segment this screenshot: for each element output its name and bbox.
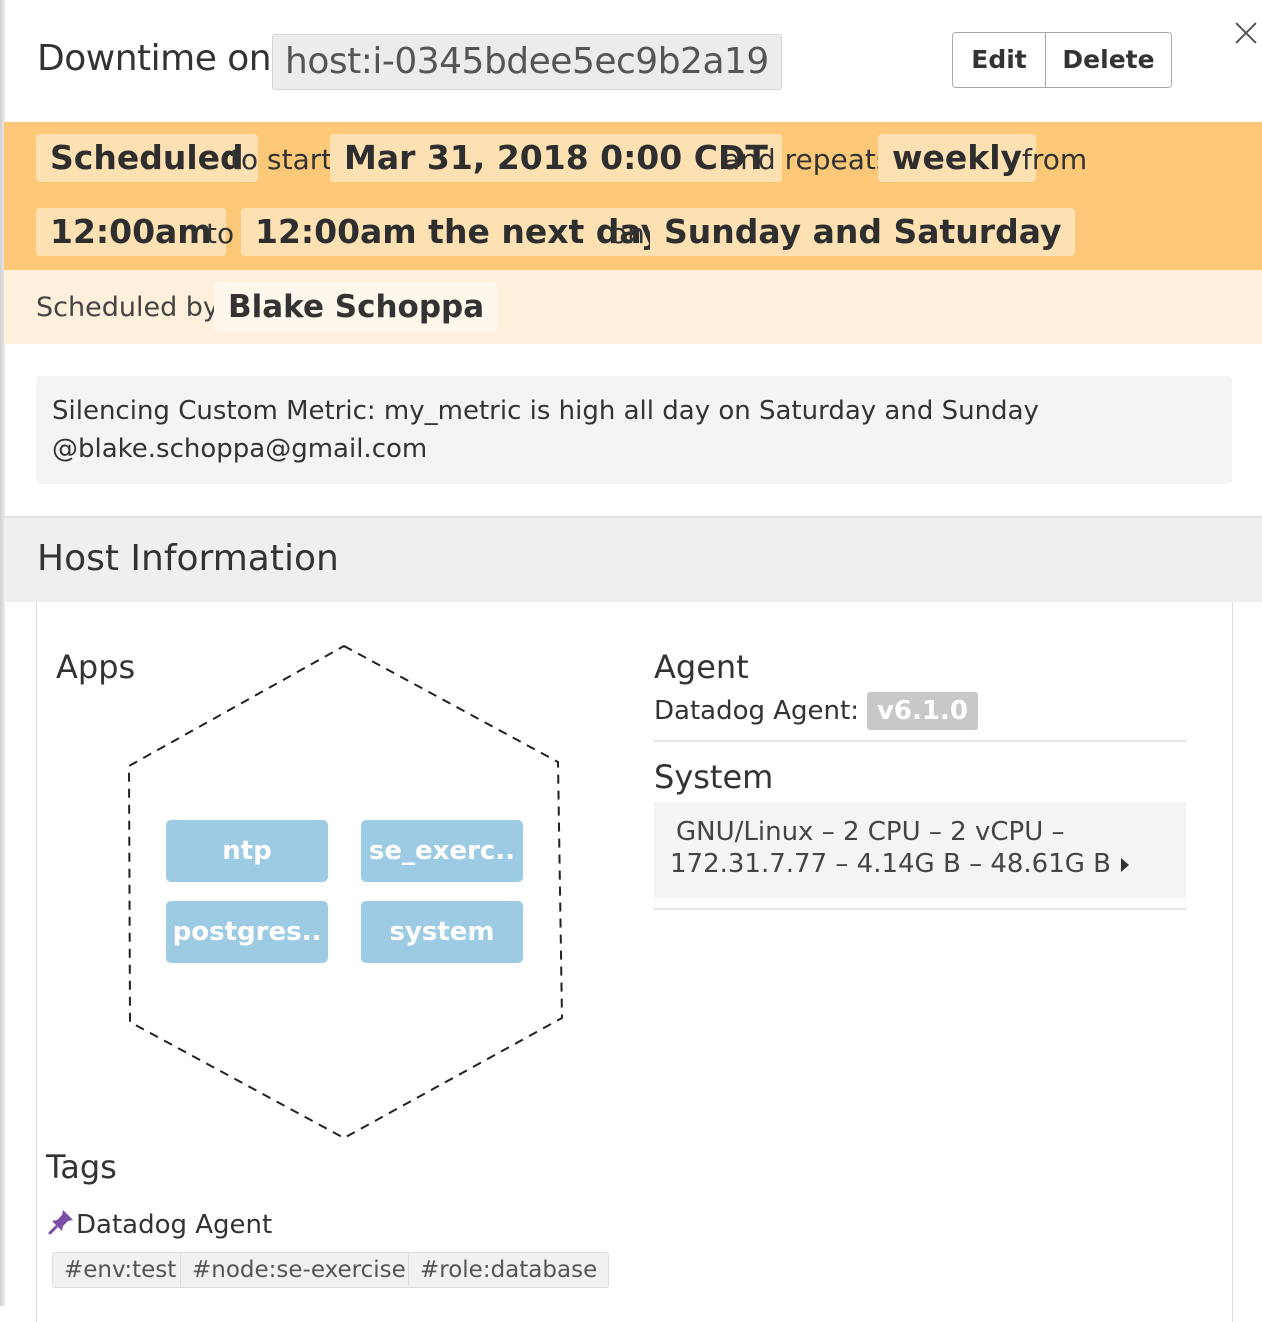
days-chip: Sunday and Saturday [650, 208, 1076, 256]
schedule-text: from [1022, 143, 1088, 176]
divider [654, 740, 1186, 742]
tag-role[interactable]: #role:database [408, 1252, 610, 1288]
system-title: System [654, 758, 774, 796]
app-tile-se-exercise[interactable]: se_exerc.. [361, 820, 523, 882]
tag-node[interactable]: #node:se-exercise [180, 1252, 418, 1288]
app-tile-ntp[interactable]: ntp [166, 820, 328, 882]
tag-source-label: Datadog Agent [76, 1210, 273, 1240]
downtime-message: Silencing Custom Metric: my_metric is hi… [36, 376, 1232, 484]
system-line: GNU/Linux – 2 CPU – 2 vCPU – [676, 817, 1065, 847]
message-line: Silencing Custom Metric: my_metric is hi… [52, 396, 1039, 426]
scheduled-by-bar: Scheduled by Blake Schoppa [4, 270, 1262, 344]
app-tile-system[interactable]: system [361, 901, 523, 963]
edit-button[interactable]: Edit [953, 33, 1046, 87]
schedule-text: on [610, 217, 645, 250]
frequency-chip: weekly [878, 134, 1037, 182]
scheduled-by-label: Scheduled by [36, 292, 219, 323]
pin-icon [48, 1210, 73, 1235]
system-line-wrap: 172.31.7.77 – 4.14G B – 48.61G B [670, 848, 1170, 880]
page-title: Downtime on [37, 38, 272, 79]
agent-info: Datadog Agent: v6.1.0 [654, 692, 978, 730]
tag-env[interactable]: #env:test [52, 1252, 189, 1288]
schedule-text: to [206, 217, 235, 250]
system-summary[interactable]: GNU/Linux – 2 CPU – 2 vCPU – 172.31.7.77… [654, 802, 1186, 898]
status-badge: Scheduled [36, 134, 258, 182]
agent-title: Agent [654, 648, 749, 686]
from-time-chip: 12:00am [36, 208, 226, 256]
system-line: 172.31.7.77 – 4.14G B – 48.61G B [670, 849, 1112, 879]
apps-hexagon [128, 645, 563, 1139]
agent-version-badge: v6.1.0 [866, 692, 978, 730]
scheduled-by-user: Blake Schoppa [214, 282, 499, 332]
divider [654, 908, 1186, 910]
downtime-scope: host:i-0345bdee5ec9b2a19 [272, 34, 782, 90]
schedule-text: and repeats [723, 143, 891, 176]
host-info-header: Host Information [4, 516, 1262, 602]
schedule-text: to start [230, 143, 333, 176]
expand-caret-icon[interactable] [1121, 857, 1130, 872]
message-mention: @blake.schoppa@gmail.com [52, 434, 428, 464]
close-icon[interactable] [1231, 18, 1261, 48]
modal-header: Downtime on host:i-0345bdee5ec9b2a19 Edi… [0, 0, 1262, 122]
action-buttons: Edit Delete [952, 32, 1172, 88]
start-date-chip: Mar 31, 2018 0:00 CDT [330, 134, 782, 182]
delete-button[interactable]: Delete [1046, 33, 1171, 87]
host-info-title: Host Information [37, 538, 339, 579]
tag-source: Datadog Agent [48, 1205, 272, 1245]
schedule-banner: Scheduled to start Mar 31, 2018 0:00 CDT… [4, 122, 1262, 270]
tags-title: Tags [46, 1148, 117, 1186]
app-tile-postgres[interactable]: postgres.. [166, 901, 328, 963]
agent-label: Datadog Agent: [654, 696, 859, 726]
